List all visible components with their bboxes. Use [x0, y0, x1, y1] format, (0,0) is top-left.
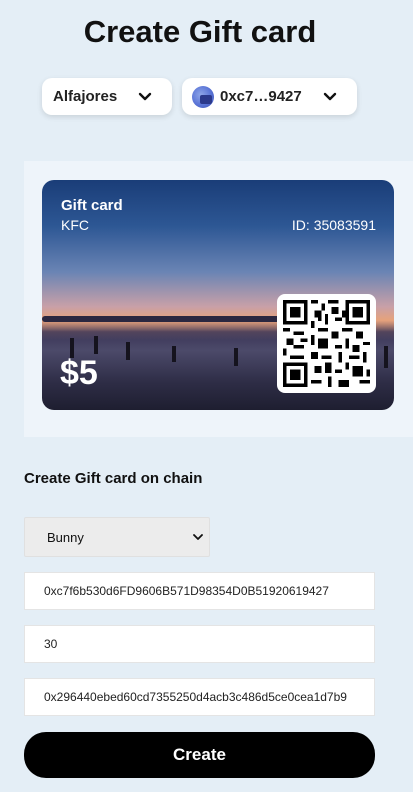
card-label: Gift card: [61, 197, 123, 214]
card-background-post: [126, 342, 130, 360]
qr-code: [277, 294, 376, 393]
wallet-address: 0xc7…9427: [220, 88, 302, 105]
card-background-post: [94, 336, 98, 354]
wallet-selector[interactable]: 0xc7…9427: [182, 78, 357, 115]
card-background-post: [384, 346, 388, 368]
contract-address-field[interactable]: 0x296440ebed60cd7355250d4acb3c486d5ce0ce…: [24, 678, 375, 716]
card-background-post: [172, 346, 176, 362]
qr-code-icon: [283, 300, 370, 387]
token-select-value: Bunny: [47, 529, 84, 545]
wallet-avatar: [192, 85, 214, 108]
create-button[interactable]: Create: [24, 732, 375, 778]
card-background-horizon: [42, 316, 282, 322]
gift-card-preview: Gift card KFC ID: 35083591 $5: [42, 180, 394, 410]
network-selector[interactable]: Alfajores: [42, 78, 172, 115]
card-background-post: [234, 348, 238, 366]
amount-field[interactable]: 30: [24, 625, 375, 663]
token-select[interactable]: Bunny: [24, 517, 210, 557]
recipient-address-field[interactable]: 0xc7f6b530d6FD9606B571D98354D0B519206194…: [24, 572, 375, 610]
form-section-title: Create Gift card on chain: [24, 470, 203, 487]
network-label: Alfajores: [53, 88, 118, 105]
card-amount: $5: [60, 354, 98, 392]
card-brand: KFC: [61, 217, 89, 233]
card-id: ID: 35083591: [291, 217, 376, 233]
chevron-down-icon: [323, 92, 337, 101]
chevron-down-icon: [193, 534, 203, 540]
chevron-down-icon: [138, 92, 152, 101]
page-title: Create Gift card: [83, 14, 317, 49]
